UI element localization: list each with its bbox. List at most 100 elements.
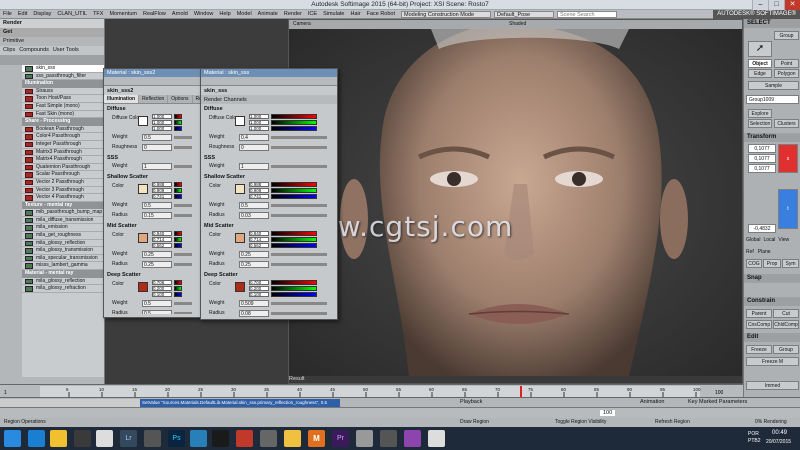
point-button[interactable]: Point — [774, 59, 799, 68]
rgb-slider[interactable] — [271, 188, 317, 193]
transform-x-field[interactable]: 0,1077 — [748, 144, 776, 153]
rgb-slider[interactable] — [271, 114, 317, 119]
rgb-value-field[interactable]: 1.000 — [249, 120, 269, 125]
shader-list-item[interactable]: mib_passthrough_bump_map — [22, 209, 104, 217]
ie-icon[interactable] — [28, 430, 45, 447]
transport-controls[interactable] — [0, 399, 140, 407]
shader-category[interactable]: Material - mental ray — [22, 270, 104, 278]
timeline-end-field[interactable]: 100 — [715, 390, 724, 396]
shader-list-item[interactable]: skin_sss — [22, 65, 104, 73]
material-ppg-skin-sss[interactable]: Material : skin_sss skin_sss Render Chan… — [200, 68, 338, 320]
param-slider[interactable] — [174, 302, 192, 305]
menu-item[interactable]: Hair — [347, 11, 363, 17]
immed-button[interactable]: Immed — [746, 381, 799, 390]
app-icon[interactable] — [284, 430, 301, 447]
menu-item[interactable]: TFX — [90, 11, 106, 17]
rgb-slider[interactable] — [174, 286, 182, 291]
rgb-value-field[interactable]: 0.988 — [152, 182, 172, 187]
sample-button[interactable]: Sample — [748, 81, 799, 90]
param-slider[interactable] — [271, 214, 327, 217]
shader-category[interactable]: Share - Processing — [22, 118, 104, 126]
rgb-slider[interactable] — [174, 194, 182, 199]
shader-list-item[interactable]: Vector 2 Passthrough — [22, 179, 104, 187]
shader-list-item[interactable]: Toon Host/Pass — [22, 95, 104, 103]
param-slider[interactable] — [174, 146, 192, 149]
rgb-value-field[interactable]: 0.940 — [152, 231, 172, 236]
rgb-value-field[interactable]: 0.200 — [249, 286, 269, 291]
pose-select[interactable]: Default_Pose — [494, 10, 555, 18]
param-value-field[interactable]: 0.4 — [239, 134, 269, 141]
select-arrow-icon[interactable]: ➚ — [748, 41, 772, 57]
edge-button[interactable]: Edge — [748, 69, 772, 78]
shader-list-item[interactable]: mila_get_roughness — [22, 232, 104, 240]
shader-list-item[interactable]: Boolean Passthrough — [22, 126, 104, 134]
param-value-field[interactable]: 0 — [239, 144, 269, 151]
cut-button[interactable]: Cut — [773, 309, 799, 318]
param-slider[interactable] — [271, 253, 327, 256]
rgb-slider[interactable] — [271, 280, 317, 285]
param-slider[interactable] — [174, 204, 192, 207]
transform-y-field[interactable]: 0,1077 — [748, 154, 776, 163]
shader-list-item[interactable]: Quaternion Passthrough — [22, 164, 104, 172]
minimize-icon[interactable]: – — [752, 0, 768, 10]
shader-list-item[interactable]: Matrix3 Passthrough — [22, 149, 104, 157]
explore-button[interactable]: Explore — [748, 109, 772, 118]
rgb-slider[interactable] — [174, 237, 182, 242]
rgb-value-field[interactable]: 0.909 — [152, 188, 172, 193]
rgb-slider[interactable] — [271, 126, 317, 131]
rgb-value-field[interactable]: 0.100 — [152, 292, 172, 297]
rgb-value-field[interactable]: 0.741 — [152, 194, 172, 199]
rgb-value-field[interactable]: 1.000 — [152, 126, 172, 131]
rgb-value-field[interactable]: 0.714 — [249, 237, 269, 242]
shader-category[interactable]: Illumination — [22, 80, 104, 88]
rgb-value-field[interactable]: 0.940 — [249, 231, 269, 236]
rgb-value-field[interactable]: 1.000 — [152, 114, 172, 119]
shader-list-item[interactable]: Vector 3 Passthrough — [22, 187, 104, 195]
menu-item[interactable]: Window — [191, 11, 217, 17]
lightroom-icon[interactable]: Lr — [120, 430, 137, 447]
photoshop-icon[interactable]: Ps — [168, 430, 185, 447]
zbrush-icon[interactable] — [260, 430, 277, 447]
transform-z-field[interactable]: 0,1077 — [748, 164, 776, 173]
material-ppg-skin-sss2[interactable]: Material : skin_sss2 skin_sss2 Illuminat… — [103, 68, 206, 318]
app-icon[interactable]: M — [308, 430, 325, 447]
compounds-tab[interactable]: Compounds — [19, 46, 49, 55]
menu-item[interactable]: Display — [30, 11, 54, 17]
menu-item[interactable]: Help — [216, 11, 233, 17]
shader-list-item[interactable]: Integer Passthrough — [22, 141, 104, 149]
rgb-slider[interactable] — [271, 120, 317, 125]
camera-menu[interactable]: Camera — [293, 21, 311, 27]
user-tools-tab[interactable]: User Tools — [53, 46, 79, 55]
rgb-value-field[interactable]: 1.000 — [249, 126, 269, 131]
rgb-value-field[interactable]: 0.562 — [249, 243, 269, 248]
module-select[interactable]: Render — [0, 19, 104, 28]
rgb-value-field[interactable]: 0.100 — [249, 292, 269, 297]
rgb-slider[interactable] — [174, 120, 182, 125]
tab-options[interactable]: Options — [168, 95, 193, 103]
parent-button[interactable]: Parent — [746, 309, 772, 318]
app-icon[interactable] — [236, 430, 253, 447]
param-slider[interactable] — [174, 136, 192, 139]
menu-item[interactable]: Simulate — [320, 11, 347, 17]
object-button[interactable]: Object — [748, 59, 772, 68]
rgb-value-field[interactable]: 1.000 — [249, 114, 269, 119]
param-slider[interactable] — [271, 302, 327, 305]
rgb-slider[interactable] — [174, 292, 182, 297]
menu-item[interactable]: ICE — [305, 11, 320, 17]
param-slider[interactable] — [174, 165, 192, 168]
shader-list-item[interactable]: mila_glossy_refraction — [22, 285, 104, 293]
param-slider[interactable] — [174, 312, 192, 314]
frame-field[interactable]: 100 — [600, 410, 616, 416]
param-slider[interactable] — [271, 312, 327, 315]
param-value-field[interactable]: 0.5 — [142, 300, 172, 307]
color-swatch[interactable] — [235, 184, 245, 194]
param-slider[interactable] — [271, 204, 327, 207]
rgb-slider[interactable] — [271, 237, 317, 242]
childcomp-button[interactable]: ChldComp — [773, 320, 799, 329]
param-value-field[interactable]: 0.5 — [142, 310, 172, 314]
chrome-icon[interactable] — [96, 430, 113, 447]
key-marked-parameters-button[interactable]: Key Marked Parameters — [688, 399, 747, 405]
param-slider[interactable] — [174, 253, 192, 256]
app-icon[interactable] — [190, 430, 207, 447]
param-value-field[interactable]: 0.5 — [239, 202, 269, 209]
